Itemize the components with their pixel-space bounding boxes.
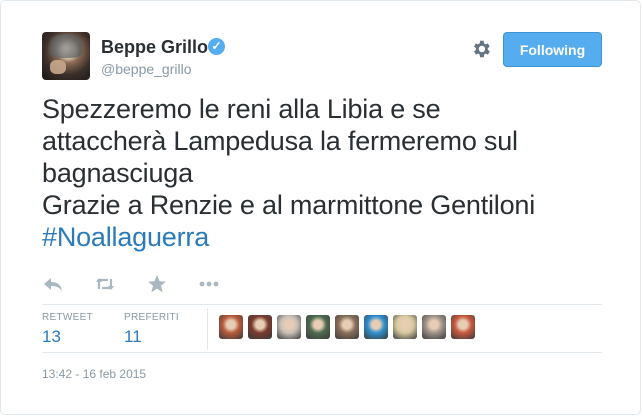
favoriter-avatar[interactable] (393, 315, 417, 339)
user-name[interactable]: Beppe Grillo (101, 37, 208, 58)
favoriter-avatar[interactable] (335, 315, 359, 339)
stats-bottom-divider (42, 352, 602, 353)
tweet-card: Beppe Grillo ✓ @beppe_grillo Following S… (0, 0, 641, 415)
favorites-label: PREFERITI (124, 312, 179, 323)
tweet-text: Spezzeremo le reni alla Libia e se attac… (42, 93, 612, 253)
reply-icon[interactable] (42, 274, 64, 294)
retweet-count[interactable]: 13 (42, 327, 61, 347)
more-icon[interactable] (198, 274, 220, 294)
star-icon[interactable] (146, 274, 168, 294)
favoriter-avatar[interactable] (277, 315, 301, 339)
stats-top-divider (42, 304, 602, 305)
gear-icon[interactable] (470, 38, 492, 60)
tweet-line-4: Grazie a Renzie e al marmittone Gentilon… (42, 190, 536, 220)
tweet-line-1: Spezzeremo le reni alla Libia e se (42, 94, 441, 124)
following-button[interactable]: Following (503, 32, 602, 67)
favoriter-avatar[interactable] (306, 315, 330, 339)
retweet-label: RETWEET (42, 312, 93, 323)
favorites-count[interactable]: 11 (124, 327, 142, 347)
avatar-hair (46, 34, 86, 58)
favoriter-avatar[interactable] (364, 315, 388, 339)
tweet-line-3: bagnasciuga (42, 158, 193, 188)
user-handle[interactable]: @beppe_grillo (101, 61, 192, 77)
avatar[interactable] (42, 32, 90, 80)
tweet-actions (42, 274, 242, 296)
favoriter-avatar[interactable] (422, 315, 446, 339)
favoriter-avatar[interactable] (219, 315, 243, 339)
verified-badge-icon: ✓ (208, 38, 225, 55)
retweet-icon[interactable] (94, 274, 116, 294)
stats-separator (207, 308, 208, 350)
avatar-hand (50, 60, 66, 74)
hashtag-link[interactable]: #Noallaguerra (42, 222, 209, 252)
tweet-timestamp[interactable]: 13:42 - 16 feb 2015 (42, 367, 146, 381)
favoriter-avatar[interactable] (451, 315, 475, 339)
favoriter-avatar[interactable] (248, 315, 272, 339)
tweet-line-2: attaccherà Lampedusa la fermeremo sul (42, 126, 518, 156)
